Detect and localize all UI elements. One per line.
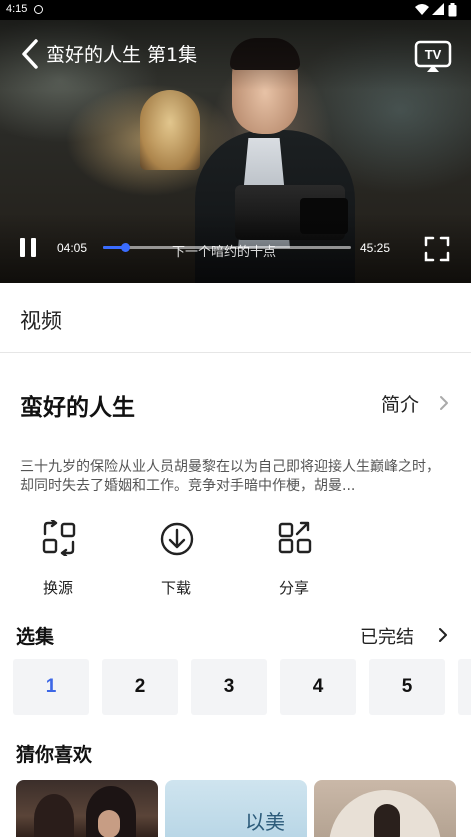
swap-source-label: 换源: [42, 579, 73, 597]
swap-source-icon: [42, 520, 76, 556]
fullscreen-button[interactable]: [424, 236, 450, 262]
episode-button[interactable]: 1: [13, 659, 89, 715]
episodes-status[interactable]: 已完结: [360, 623, 414, 649]
share-icon: [278, 521, 312, 554]
show-description[interactable]: 三十九岁的保险从业人员胡曼黎在以为自己即将迎接人生巅峰之时，却同时失去了婚姻和工…: [20, 458, 450, 496]
share-button[interactable]: 分享: [254, 520, 334, 600]
poster-figure: [34, 794, 74, 837]
poster-face: [98, 810, 120, 837]
episode-button[interactable]: 3: [191, 659, 267, 715]
intro-link[interactable]: 简介: [381, 390, 419, 417]
episode-button[interactable]: 4: [280, 659, 356, 715]
episode-button[interactable]: 2: [102, 659, 178, 715]
swap-source-button[interactable]: 换源: [18, 520, 98, 600]
episode-button-partial[interactable]: [458, 659, 471, 715]
status-bar: 4:15: [0, 0, 471, 20]
notification-icon: [34, 5, 43, 14]
download-icon: [160, 522, 194, 556]
poster-title: 以美: [245, 810, 285, 834]
battery-icon: [448, 3, 457, 17]
episodes-heading: 选集: [16, 626, 55, 648]
tab-header: 视频: [0, 283, 471, 353]
download-label: 下载: [160, 579, 191, 597]
pause-icon: [20, 238, 25, 257]
episode-button[interactable]: 5: [369, 659, 445, 715]
recommend-heading: 猜你喜欢: [16, 744, 93, 766]
total-time: 45:25: [360, 241, 391, 255]
chevron-right-icon[interactable]: [437, 626, 449, 644]
back-button[interactable]: [18, 38, 44, 70]
video-title: 蛮好的人生 第1集: [46, 44, 198, 66]
signal-icon: [432, 3, 444, 15]
recommend-card[interactable]: [16, 780, 158, 837]
pause-icon-bar: [31, 238, 36, 257]
wifi-icon: [415, 4, 429, 15]
video-frame-lamp: [140, 90, 200, 170]
tv-label: TV: [425, 47, 442, 62]
pause-button[interactable]: [18, 236, 40, 260]
show-title: 蛮好的人生: [20, 395, 135, 421]
tv-cast-icon: TV: [414, 40, 452, 72]
share-label: 分享: [278, 579, 309, 597]
recommend-card[interactable]: [314, 780, 456, 837]
tv-cast-button[interactable]: TV: [414, 40, 452, 74]
chevron-right-icon[interactable]: [438, 394, 450, 412]
recommend-card[interactable]: 以美: [165, 780, 307, 837]
status-icons: [415, 3, 463, 17]
status-time: 4:15: [6, 3, 28, 15]
download-button[interactable]: 下载: [136, 520, 216, 600]
current-time: 04:05: [57, 241, 88, 255]
subtitle-text: 下一个暗约的十点: [172, 245, 277, 260]
video-player[interactable]: 蛮好的人生 第1集 TV 04:05 下一个暗约的十点 45:25: [0, 20, 471, 283]
tab-video[interactable]: 视频: [20, 305, 62, 335]
poster-figure: [374, 804, 400, 837]
